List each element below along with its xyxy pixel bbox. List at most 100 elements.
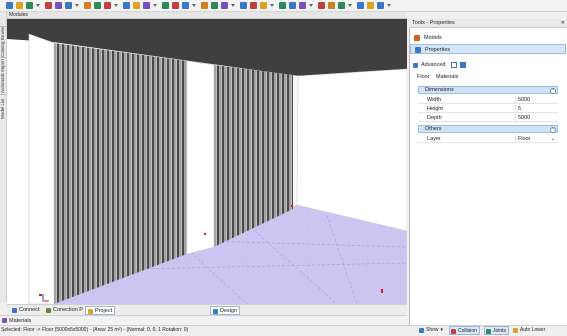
property-row-layer: Layer Floor ⌄ (418, 135, 558, 143)
tab-project-label: Project (95, 308, 113, 314)
list-view-icon[interactable] (460, 62, 466, 68)
tab-connection-p[interactable]: Conection P (44, 306, 85, 315)
joints-label: Joints (493, 328, 507, 334)
table-view-icon[interactable] (451, 62, 457, 68)
dimensions-label: Dimensions (425, 87, 454, 93)
chevron-down-icon[interactable] (231, 4, 235, 7)
help-icon[interactable] (377, 2, 384, 9)
properties-accordion[interactable]: Properties (410, 44, 566, 54)
advanced-button[interactable]: Advanced (421, 61, 445, 70)
show-icon (419, 328, 424, 333)
others-section[interactable]: Others ⌃ (418, 125, 558, 133)
chevron-down-icon[interactable] (36, 4, 40, 7)
chevron-down-icon[interactable] (75, 4, 79, 7)
tab-project[interactable]: Project (85, 306, 116, 315)
export-icon[interactable] (357, 2, 364, 9)
stair-icon[interactable] (328, 2, 335, 9)
paint-icon[interactable] (162, 2, 169, 9)
cut-icon[interactable] (65, 2, 72, 9)
models-accordion[interactable]: Models (410, 33, 566, 43)
design-icon (213, 309, 218, 314)
width-field[interactable]: 5000 (515, 96, 558, 104)
move-icon[interactable] (123, 2, 130, 9)
depth-field[interactable]: 5000 (515, 114, 558, 122)
furniture-icon[interactable] (338, 2, 345, 9)
redo-icon[interactable] (55, 2, 62, 9)
collapse-icon[interactable]: ⌃ (550, 87, 556, 94)
dimensions-section[interactable]: Dimensions ⌃ (418, 86, 558, 94)
close-icon[interactable]: ✕ (561, 19, 565, 28)
chevron-down-icon[interactable] (192, 4, 196, 7)
property-row-depth: Depth 5000 (418, 114, 558, 122)
chevron-down-icon[interactable] (153, 4, 157, 7)
panel-title: Tools - Properties (412, 20, 455, 26)
grid-icon[interactable] (221, 2, 228, 9)
tab-materials[interactable]: Materials (436, 74, 458, 80)
chevron-down-icon: ▾ (440, 327, 444, 333)
width-label: Width (427, 97, 442, 103)
new-icon[interactable] (6, 2, 13, 9)
chevron-down-icon[interactable] (309, 4, 313, 7)
scale-icon[interactable] (143, 2, 150, 9)
tab-design[interactable]: Design (210, 306, 241, 315)
joints-icon (486, 329, 491, 334)
collision-icon (451, 329, 456, 334)
paste-icon[interactable] (94, 2, 101, 9)
camera-icon[interactable] (182, 2, 189, 9)
select-icon[interactable] (104, 2, 111, 9)
snap-icon[interactable] (240, 2, 247, 9)
tab-connection-label: Conection P (53, 307, 83, 313)
others-label: Others (425, 126, 442, 132)
properties-label: Properties (425, 47, 451, 53)
rotate-icon[interactable] (133, 2, 140, 9)
door-icon[interactable] (279, 2, 286, 9)
chevron-down-icon[interactable]: ⌄ (551, 135, 555, 143)
tab-design-label: Design (220, 308, 238, 314)
auto-lower-label: Auto Lower (520, 327, 546, 333)
save-icon[interactable] (26, 2, 33, 9)
tab-connect-label: Connect (19, 307, 40, 313)
tab-floor[interactable]: Floor (417, 74, 430, 80)
measure-icon[interactable] (211, 2, 218, 9)
floor-icon[interactable] (299, 2, 306, 9)
window-icon[interactable] (289, 2, 296, 9)
depth-label: Depth (427, 115, 442, 121)
show-label: Show (426, 327, 439, 333)
collapse-icon[interactable]: ⌃ (550, 126, 556, 133)
catalog-browser-tab[interactable]: Catalog Browser (0, 26, 6, 57)
3d-viewport[interactable] (7, 19, 407, 304)
tab-connect[interactable]: Connect (10, 306, 42, 315)
viewport-header: Modules (7, 12, 407, 19)
project-icon (88, 309, 93, 314)
viewport-header-label: Modules (9, 12, 28, 18)
scene-render[interactable] (7, 19, 407, 304)
auto-lower-icon (513, 328, 518, 333)
wall-icon[interactable] (260, 2, 267, 9)
chevron-down-icon[interactable] (114, 4, 118, 7)
left-dock-strip: Catalog Browser Automatic Import Model L… (0, 12, 7, 302)
model-list-tab[interactable]: Model List (0, 94, 6, 123)
advanced-icon (413, 63, 418, 68)
open-icon[interactable] (16, 2, 23, 9)
models-icon (414, 35, 420, 41)
chevron-down-icon[interactable] (387, 4, 391, 7)
chevron-down-icon[interactable] (348, 4, 352, 7)
view-icon[interactable] (250, 2, 257, 9)
undo-icon[interactable] (45, 2, 52, 9)
collision-label: Collision (458, 328, 477, 334)
roof-icon[interactable] (318, 2, 325, 9)
render-icon[interactable] (201, 2, 208, 9)
settings-icon[interactable] (367, 2, 374, 9)
main-toolbar (0, 0, 567, 12)
materials-icon (2, 318, 7, 323)
height-label: Height (427, 106, 443, 112)
panel-header: Tools - Properties ✕ (409, 19, 567, 28)
chevron-down-icon[interactable] (270, 4, 274, 7)
connection-icon (46, 308, 51, 313)
right-wall (296, 68, 407, 232)
copy-icon[interactable] (84, 2, 91, 9)
light-icon[interactable] (172, 2, 179, 9)
height-field[interactable]: 5 (515, 105, 558, 113)
connect-icon (12, 308, 17, 313)
automatic-import-tab[interactable]: Automatic Import (0, 57, 6, 94)
